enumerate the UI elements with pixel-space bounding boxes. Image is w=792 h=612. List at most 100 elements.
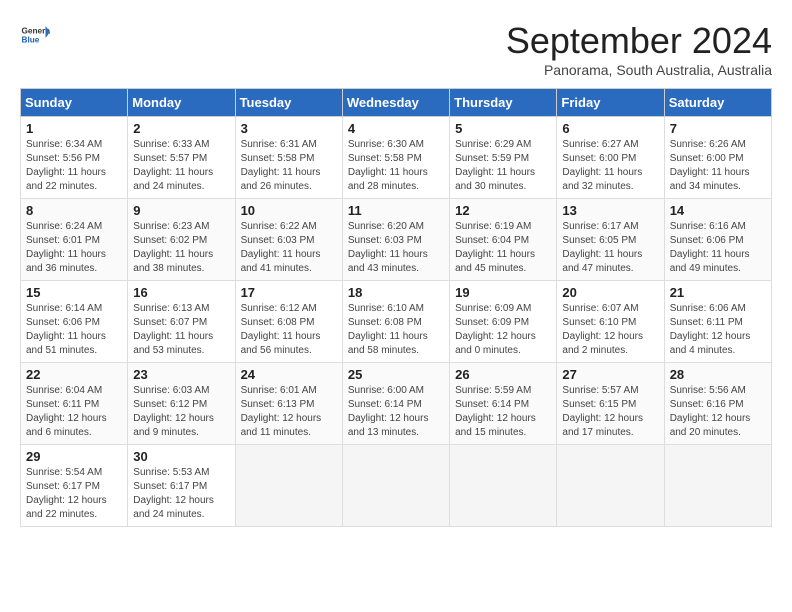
day-number: 2 [133, 121, 229, 136]
day-number: 29 [26, 449, 122, 464]
calendar-cell: 1 Sunrise: 6:34 AMSunset: 5:56 PMDaylight… [21, 117, 128, 199]
calendar-week-2: 8 Sunrise: 6:24 AMSunset: 6:01 PMDaylight… [21, 199, 772, 281]
day-info: Sunrise: 6:34 AMSunset: 5:56 PMDaylight:… [26, 138, 122, 194]
day-info: Sunrise: 6:22 AMSunset: 6:03 PMDaylight:… [241, 220, 337, 276]
day-info: Sunrise: 6:06 AMSunset: 6:11 PMDaylight:… [670, 302, 766, 358]
day-number: 21 [670, 285, 766, 300]
day-number: 30 [133, 449, 229, 464]
day-info: Sunrise: 6:19 AMSunset: 6:04 PMDaylight:… [455, 220, 551, 276]
calendar-cell [664, 445, 771, 527]
day-number: 23 [133, 367, 229, 382]
day-info: Sunrise: 6:33 AMSunset: 5:57 PMDaylight:… [133, 138, 229, 194]
calendar-cell: 16Sunrise: 6:13 AMSunset: 6:07 PMDayligh… [128, 281, 235, 363]
calendar-cell: 3 Sunrise: 6:31 AMSunset: 5:58 PMDaylight… [235, 117, 342, 199]
day-number: 22 [26, 367, 122, 382]
calendar-cell: 8 Sunrise: 6:24 AMSunset: 6:01 PMDaylight… [21, 199, 128, 281]
calendar-cell: 21 Sunrise: 6:06 AMSunset: 6:11 PMDayligh… [664, 281, 771, 363]
calendar-cell: 10 Sunrise: 6:22 AMSunset: 6:03 PMDayligh… [235, 199, 342, 281]
day-number: 24 [241, 367, 337, 382]
svg-text:Blue: Blue [22, 36, 40, 45]
day-number: 3 [241, 121, 337, 136]
calendar-week-5: 29 Sunrise: 5:54 AMSunset: 6:17 PMDayligh… [21, 445, 772, 527]
month-title: September 2024 [506, 20, 772, 62]
day-info: Sunrise: 5:54 AMSunset: 6:17 PMDaylight:… [26, 466, 122, 522]
calendar-cell: 24Sunrise: 6:01 AMSunset: 6:13 PMDayligh… [235, 363, 342, 445]
day-info: Sunrise: 6:09 AMSunset: 6:09 PMDaylight:… [455, 302, 551, 358]
day-number: 18 [348, 285, 444, 300]
col-monday: Monday [128, 89, 235, 117]
calendar-cell: 18 Sunrise: 6:10 AMSunset: 6:08 PMDayligh… [342, 281, 449, 363]
calendar-cell: 17 Sunrise: 6:12 AMSunset: 6:08 PMDayligh… [235, 281, 342, 363]
day-number: 13 [562, 203, 658, 218]
calendar-cell [342, 445, 449, 527]
calendar-week-3: 15 Sunrise: 6:14 AMSunset: 6:06 PMDayligh… [21, 281, 772, 363]
day-info: Sunrise: 6:00 AMSunset: 6:14 PMDaylight:… [348, 384, 444, 440]
day-info: Sunrise: 6:04 AMSunset: 6:11 PMDaylight:… [26, 384, 122, 440]
col-wednesday: Wednesday [342, 89, 449, 117]
day-number: 5 [455, 121, 551, 136]
calendar-cell: 22 Sunrise: 6:04 AMSunset: 6:11 PMDayligh… [21, 363, 128, 445]
day-info: Sunrise: 6:29 AMSunset: 5:59 PMDaylight:… [455, 138, 551, 194]
day-number: 8 [26, 203, 122, 218]
col-sunday: Sunday [21, 89, 128, 117]
day-info: Sunrise: 5:56 AMSunset: 6:16 PMDaylight:… [670, 384, 766, 440]
day-info: Sunrise: 6:10 AMSunset: 6:08 PMDaylight:… [348, 302, 444, 358]
day-number: 7 [670, 121, 766, 136]
day-number: 26 [455, 367, 551, 382]
title-area: September 2024 Panorama, South Australia… [506, 20, 772, 78]
calendar-cell [235, 445, 342, 527]
calendar-cell: 4Sunrise: 6:30 AMSunset: 5:58 PMDaylight… [342, 117, 449, 199]
day-info: Sunrise: 6:14 AMSunset: 6:06 PMDaylight:… [26, 302, 122, 358]
calendar-cell: 28Sunrise: 5:56 AMSunset: 6:16 PMDayligh… [664, 363, 771, 445]
day-info: Sunrise: 6:13 AMSunset: 6:07 PMDaylight:… [133, 302, 229, 358]
day-number: 19 [455, 285, 551, 300]
calendar-cell: 20 Sunrise: 6:07 AMSunset: 6:10 PMDayligh… [557, 281, 664, 363]
calendar-cell: 9Sunrise: 6:23 AMSunset: 6:02 PMDaylight… [128, 199, 235, 281]
calendar-cell: 2 Sunrise: 6:33 AMSunset: 5:57 PMDaylight… [128, 117, 235, 199]
day-info: Sunrise: 6:20 AMSunset: 6:03 PMDaylight:… [348, 220, 444, 276]
day-number: 1 [26, 121, 122, 136]
day-info: Sunrise: 6:07 AMSunset: 6:10 PMDaylight:… [562, 302, 658, 358]
day-info: Sunrise: 5:53 AMSunset: 6:17 PMDaylight:… [133, 466, 229, 522]
col-tuesday: Tuesday [235, 89, 342, 117]
calendar-cell: 14 Sunrise: 6:16 AMSunset: 6:06 PMDayligh… [664, 199, 771, 281]
day-number: 12 [455, 203, 551, 218]
day-info: Sunrise: 6:03 AMSunset: 6:12 PMDaylight:… [133, 384, 229, 440]
day-info: Sunrise: 6:12 AMSunset: 6:08 PMDaylight:… [241, 302, 337, 358]
day-info: Sunrise: 6:24 AMSunset: 6:01 PMDaylight:… [26, 220, 122, 276]
calendar-cell [450, 445, 557, 527]
day-info: Sunrise: 6:17 AMSunset: 6:05 PMDaylight:… [562, 220, 658, 276]
calendar-week-4: 22 Sunrise: 6:04 AMSunset: 6:11 PMDayligh… [21, 363, 772, 445]
col-friday: Friday [557, 89, 664, 117]
calendar-cell: 29 Sunrise: 5:54 AMSunset: 6:17 PMDayligh… [21, 445, 128, 527]
calendar-cell: 15 Sunrise: 6:14 AMSunset: 6:06 PMDayligh… [21, 281, 128, 363]
day-info: Sunrise: 6:16 AMSunset: 6:06 PMDaylight:… [670, 220, 766, 276]
day-number: 17 [241, 285, 337, 300]
day-number: 27 [562, 367, 658, 382]
calendar-cell: 6Sunrise: 6:27 AMSunset: 6:00 PMDaylight… [557, 117, 664, 199]
location: Panorama, South Australia, Australia [506, 62, 772, 78]
day-number: 4 [348, 121, 444, 136]
calendar-cell: 26 Sunrise: 5:59 AMSunset: 6:14 PMDayligh… [450, 363, 557, 445]
day-number: 15 [26, 285, 122, 300]
day-info: Sunrise: 6:31 AMSunset: 5:58 PMDaylight:… [241, 138, 337, 194]
day-number: 25 [348, 367, 444, 382]
calendar-cell: 12 Sunrise: 6:19 AMSunset: 6:04 PMDayligh… [450, 199, 557, 281]
day-number: 11 [348, 203, 444, 218]
calendar-cell: 7 Sunrise: 6:26 AMSunset: 6:00 PMDaylight… [664, 117, 771, 199]
calendar-table: Sunday Monday Tuesday Wednesday Thursday… [20, 88, 772, 527]
calendar-cell: 11 Sunrise: 6:20 AMSunset: 6:03 PMDayligh… [342, 199, 449, 281]
day-info: Sunrise: 6:26 AMSunset: 6:00 PMDaylight:… [670, 138, 766, 194]
calendar-cell: 13 Sunrise: 6:17 AMSunset: 6:05 PMDayligh… [557, 199, 664, 281]
calendar-cell [557, 445, 664, 527]
day-number: 20 [562, 285, 658, 300]
logo-icon: General Blue [20, 20, 50, 50]
calendar-cell: 5 Sunrise: 6:29 AMSunset: 5:59 PMDaylight… [450, 117, 557, 199]
day-number: 14 [670, 203, 766, 218]
day-info: Sunrise: 5:59 AMSunset: 6:14 PMDaylight:… [455, 384, 551, 440]
calendar-cell: 30 Sunrise: 5:53 AMSunset: 6:17 PMDayligh… [128, 445, 235, 527]
day-number: 10 [241, 203, 337, 218]
calendar-cell: 27Sunrise: 5:57 AMSunset: 6:15 PMDayligh… [557, 363, 664, 445]
calendar-cell: 23 Sunrise: 6:03 AMSunset: 6:12 PMDayligh… [128, 363, 235, 445]
logo: General Blue [20, 20, 50, 50]
